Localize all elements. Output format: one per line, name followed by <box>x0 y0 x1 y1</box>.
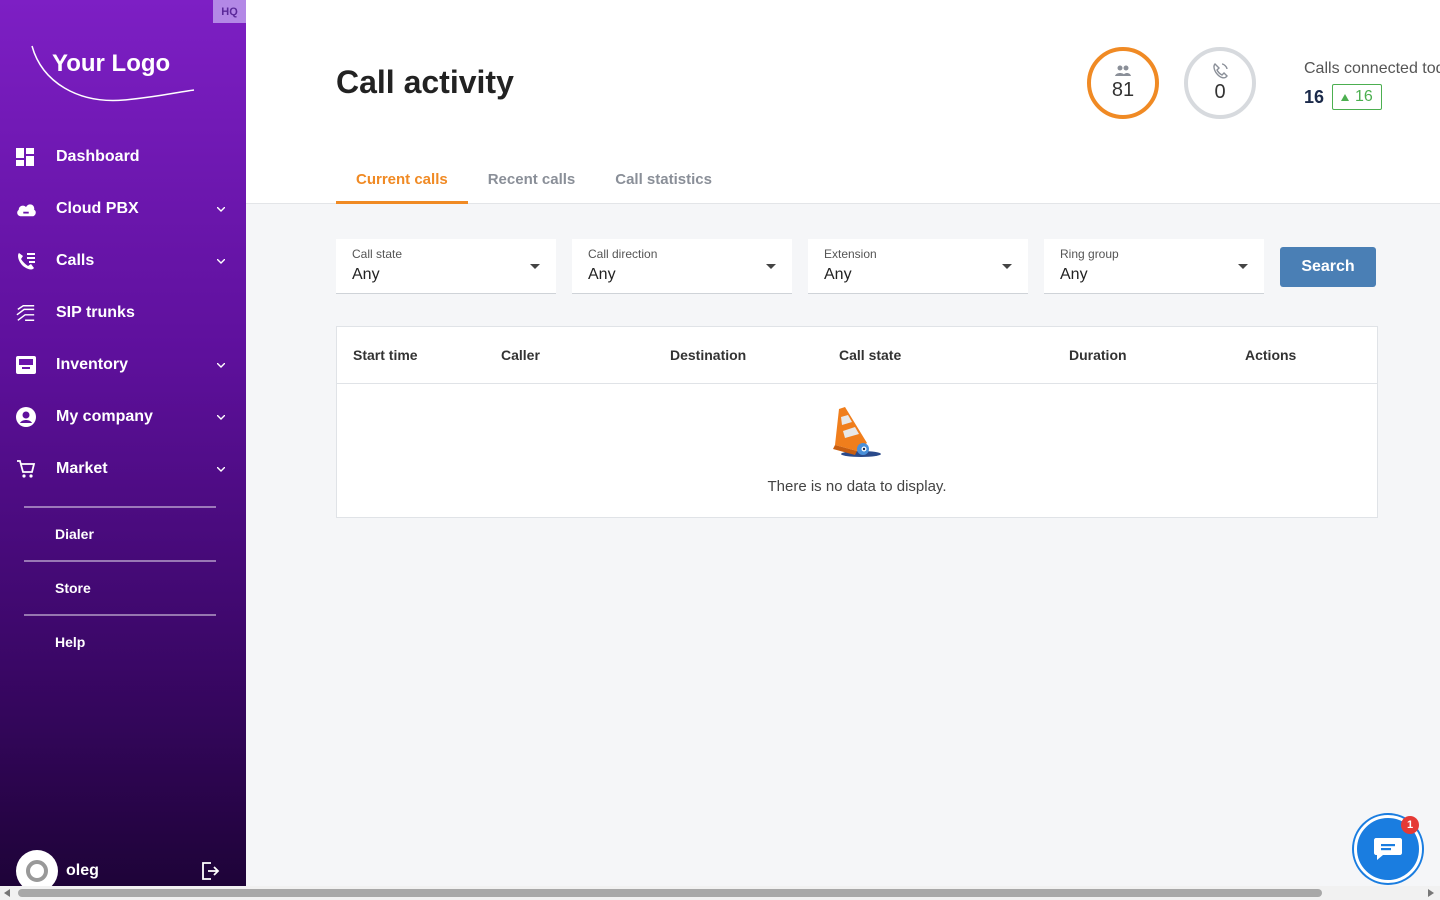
arrow-up-icon <box>1341 93 1349 101</box>
notification-badge: 1 <box>1401 816 1419 834</box>
sidebar-item-sip-trunks[interactable]: SIP trunks <box>0 287 246 339</box>
page-header: Call activity 81 0 Calls connected today… <box>246 0 1440 204</box>
chevron-down-icon <box>216 412 226 422</box>
table-header: Start time Caller Destination Call state… <box>337 327 1377 384</box>
tab-recent-calls[interactable]: Recent calls <box>468 162 596 204</box>
column-header-destination[interactable]: Destination <box>670 347 746 363</box>
search-button[interactable]: Search <box>1280 247 1376 287</box>
chevron-down-icon <box>216 256 226 266</box>
sidebar-item-label: Cloud PBX <box>56 200 139 217</box>
logo-text: Your Logo <box>52 50 171 77</box>
users-count: 81 <box>1111 78 1135 101</box>
scroll-left-icon[interactable] <box>4 889 10 897</box>
user-panel: oleg <box>16 850 232 892</box>
chat-bubble-icon <box>1374 838 1402 860</box>
column-header-start-time[interactable]: Start time <box>353 347 418 363</box>
filter-bar: Call state Any Call direction Any Extens… <box>336 239 1264 294</box>
users-icon <box>1115 65 1131 76</box>
sidebar-item-calls[interactable]: Calls <box>0 235 246 287</box>
column-header-actions: Actions <box>1245 347 1297 363</box>
sidebar-item-label: Market <box>56 460 108 477</box>
scroll-right-icon[interactable] <box>1428 889 1434 897</box>
phone-list-icon <box>16 251 36 271</box>
filter-value: Any <box>352 266 380 283</box>
filter-value: Any <box>1060 266 1088 283</box>
sidebar-item-store[interactable]: Store <box>24 560 216 614</box>
chevron-down-icon <box>216 360 226 370</box>
empty-state-message: There is no data to display. <box>767 478 947 495</box>
sidebar-nav: Dashboard Cloud PBX Calls SIP trunks Inv… <box>0 131 246 495</box>
caret-down-icon <box>766 264 776 269</box>
tab-current-calls[interactable]: Current calls <box>336 162 468 204</box>
phone-icon <box>1213 62 1228 78</box>
column-header-call-state[interactable]: Call state <box>839 347 901 363</box>
dashboard-icon <box>16 147 36 167</box>
sidebar-item-label: My company <box>56 408 153 425</box>
users-stat[interactable]: 81 <box>1087 47 1159 119</box>
sidebar-submenu: Dialer Store Help <box>24 506 216 668</box>
filter-value: Any <box>824 266 852 283</box>
sidebar-item-help[interactable]: Help <box>24 614 216 668</box>
sidebar-item-label: Inventory <box>56 356 129 373</box>
caret-down-icon <box>530 264 540 269</box>
user-name: oleg <box>66 862 99 879</box>
scrollbar-thumb[interactable] <box>18 889 1322 897</box>
sidebar-item-dialer[interactable]: Dialer <box>24 506 216 560</box>
column-header-caller[interactable]: Caller <box>501 347 540 363</box>
call-state-select[interactable]: Call state Any <box>336 239 556 294</box>
caret-down-icon <box>1238 264 1248 269</box>
calls-count: 0 <box>1214 80 1226 103</box>
traffic-cone-icon <box>831 405 887 459</box>
filter-label: Extension <box>824 247 877 261</box>
tab-bar: Current calls Recent calls Call statisti… <box>336 162 732 204</box>
cloud-icon <box>16 199 36 219</box>
sidebar-item-cloud-pbx[interactable]: Cloud PBX <box>0 183 246 235</box>
filter-value: Any <box>588 266 616 283</box>
ring-group-select[interactable]: Ring group Any <box>1044 239 1264 294</box>
extension-select[interactable]: Extension Any <box>808 239 1028 294</box>
chevron-down-icon <box>216 204 226 214</box>
inventory-icon <box>16 355 36 375</box>
column-header-duration[interactable]: Duration <box>1069 347 1127 363</box>
today-label: Calls connected today <box>1304 60 1440 77</box>
filter-label: Call direction <box>588 247 658 261</box>
filter-label: Ring group <box>1060 247 1119 261</box>
sidebar-item-my-company[interactable]: My company <box>0 391 246 443</box>
page-title: Call activity <box>336 64 514 100</box>
tab-call-statistics[interactable]: Call statistics <box>595 162 732 204</box>
sidebar-item-label: Calls <box>56 252 95 269</box>
calls-table: Start time Caller Destination Call state… <box>336 326 1378 518</box>
today-change-value: 16 <box>1355 88 1373 105</box>
hq-badge[interactable]: HQ <box>213 0 246 23</box>
chevron-down-icon <box>216 464 226 474</box>
logout-icon[interactable] <box>200 861 220 881</box>
logo[interactable]: Your Logo <box>28 42 198 106</box>
account-circle-icon <box>16 407 36 427</box>
sidebar-item-label: SIP trunks <box>56 304 135 321</box>
today-change-badge: 16 <box>1332 84 1382 110</box>
sidebar-item-label: Dashboard <box>56 148 140 165</box>
caret-down-icon <box>1002 264 1012 269</box>
sip-trunks-icon <box>16 303 36 323</box>
calls-stat[interactable]: 0 <box>1184 47 1256 119</box>
cart-icon <box>16 459 36 479</box>
horizontal-scrollbar[interactable] <box>0 886 1440 900</box>
sidebar-item-dashboard[interactable]: Dashboard <box>0 131 246 183</box>
sidebar-item-market[interactable]: Market <box>0 443 246 495</box>
sidebar: HQ Your Logo Dashboard Cloud PBX Calls S… <box>0 0 246 892</box>
today-value: 16 <box>1304 87 1325 107</box>
sidebar-item-inventory[interactable]: Inventory <box>0 339 246 391</box>
call-direction-select[interactable]: Call direction Any <box>572 239 792 294</box>
filter-label: Call state <box>352 247 403 261</box>
